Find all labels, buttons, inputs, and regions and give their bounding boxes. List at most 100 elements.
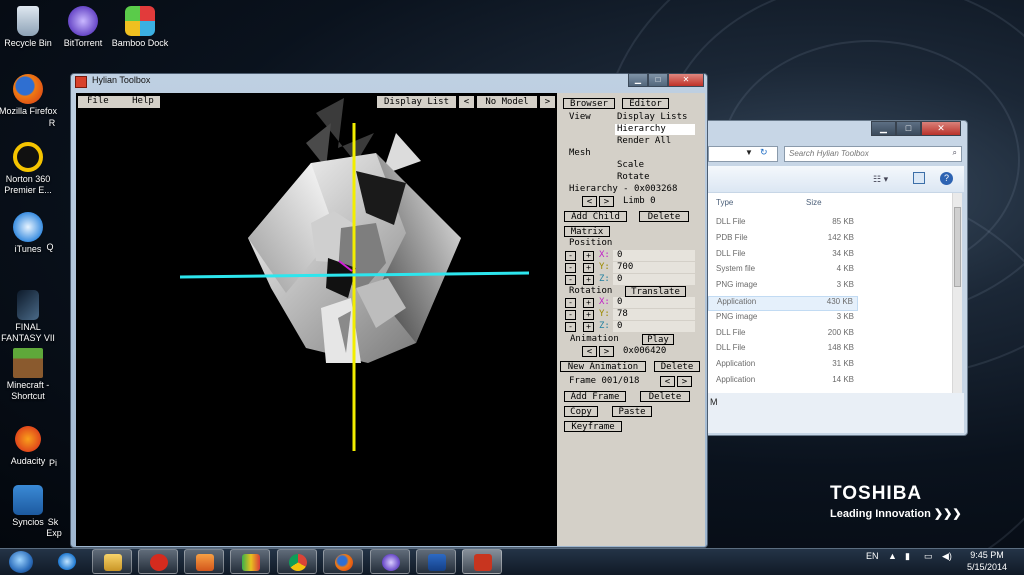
limb-prev-button[interactable]: < [582, 196, 597, 207]
start-button[interactable] [2, 549, 40, 574]
rotation-z-increment[interactable]: + [583, 322, 594, 332]
file-row[interactable]: Application 430 KB [708, 296, 858, 311]
file-row[interactable]: DLL File 200 KB [708, 328, 858, 343]
next-model-button[interactable]: > [539, 95, 556, 109]
add-frame-button[interactable]: Add Frame [564, 391, 626, 402]
network-icon[interactable]: ▮ [905, 551, 910, 562]
minimize-icon[interactable]: ▁ [871, 121, 896, 136]
explorer-file-list[interactable]: Type Size DLL File 85 KB PDB File 142 KB DLL… [708, 193, 962, 393]
explorer-search-input[interactable]: Search Hylian Toolbox ⌕ [784, 146, 962, 162]
delete-limb-button[interactable]: Delete [639, 211, 689, 222]
column-type[interactable]: Type [716, 198, 733, 207]
keyframe-button[interactable]: Keyframe [564, 421, 622, 432]
position-y-increment[interactable]: + [583, 263, 594, 273]
paste-button[interactable]: Paste [612, 406, 652, 417]
taskbar-firefox[interactable] [323, 549, 363, 574]
maximize-button[interactable]: □ [648, 73, 668, 87]
position-z-field[interactable]: 0 [613, 274, 695, 285]
copy-button[interactable]: Copy [564, 406, 598, 417]
tab-editor[interactable]: Editor [622, 98, 669, 109]
view-render-all[interactable]: Render All [617, 136, 671, 147]
taskbar-media[interactable] [184, 549, 224, 574]
file-row[interactable]: Application 31 KB [708, 359, 858, 374]
file-row[interactable]: PDB File 142 KB [708, 233, 858, 248]
rotation-y-field[interactable]: 78 [613, 309, 695, 320]
rotation-x-increment[interactable]: + [583, 298, 594, 308]
taskbar-bittorrent[interactable] [370, 549, 410, 574]
maximize-icon[interactable]: □ [896, 121, 921, 136]
position-y-decrement[interactable]: - [565, 263, 576, 273]
tab-browser[interactable]: Browser [563, 98, 615, 109]
position-x-field[interactable]: 0 [613, 250, 695, 261]
rotation-z-decrement[interactable]: - [565, 322, 576, 332]
menu-help[interactable]: Help [132, 96, 154, 106]
position-z-decrement[interactable]: - [565, 275, 576, 285]
translate-button[interactable]: Translate [625, 286, 686, 297]
new-animation-button[interactable]: New Animation [560, 361, 646, 372]
taskbar-chrome[interactable] [277, 549, 317, 574]
close-icon[interactable]: ✕ [921, 121, 961, 136]
prev-model-button[interactable]: < [458, 95, 475, 109]
add-child-button[interactable]: Add Child [564, 211, 627, 222]
taskbar-app[interactable] [230, 549, 270, 574]
model-render[interactable] [76, 93, 557, 546]
minimize-button[interactable]: ▁ [628, 73, 648, 87]
preview-pane-icon[interactable] [913, 172, 925, 184]
3d-viewport[interactable] [76, 93, 557, 546]
display-list-button[interactable]: Display List [376, 95, 457, 109]
taskbar-explorer[interactable] [92, 549, 132, 574]
mesh-rotate[interactable]: Rotate [617, 172, 650, 183]
view-options-icon[interactable]: ☷ ▾ [873, 174, 888, 185]
limb-next-button[interactable]: > [599, 196, 614, 207]
explorer-scrollbar[interactable] [952, 193, 962, 393]
matrix-button[interactable]: Matrix [564, 226, 610, 237]
frame-prev-button[interactable]: < [660, 376, 675, 387]
desktop-icon-firefox[interactable]: Mozilla Firefox [0, 74, 61, 117]
file-row[interactable]: PNG image 3 KB [708, 312, 858, 327]
file-row[interactable]: DLL File 34 KB [708, 249, 858, 264]
system-clock[interactable]: 9:45 PM 5/15/2014 [962, 549, 1012, 573]
desktop-icon-bamboo-dock[interactable]: Bamboo Dock [107, 6, 173, 49]
close-button[interactable]: ✕ [668, 73, 704, 87]
refresh-icon[interactable]: ↻ [760, 147, 768, 158]
model-selector[interactable]: No Model [476, 95, 538, 109]
play-button[interactable]: Play [642, 334, 674, 345]
mesh-scale[interactable]: Scale [617, 160, 644, 171]
file-row[interactable]: Application 14 KB [708, 375, 858, 390]
rotation-x-decrement[interactable]: - [565, 298, 576, 308]
desktop-icon-minecraft[interactable]: Minecraft - Shortcut [0, 348, 61, 402]
view-display-lists[interactable]: Display Lists [617, 112, 687, 123]
language-indicator[interactable]: EN [866, 551, 879, 561]
position-z-increment[interactable]: + [583, 275, 594, 285]
tray-up-arrow-icon[interactable]: ▲ [888, 551, 897, 561]
menu-file[interactable]: File [87, 96, 109, 106]
rotation-y-increment[interactable]: + [583, 310, 594, 320]
desktop-icon-norton[interactable]: Norton 360 Premier E... [0, 142, 61, 196]
animation-prev-button[interactable]: < [582, 346, 597, 357]
delete-animation-button[interactable]: Delete [654, 361, 700, 372]
battery-icon[interactable]: ▭ [924, 551, 933, 562]
position-x-increment[interactable]: + [583, 251, 594, 261]
dropdown-arrow-icon[interactable]: ▼ [745, 148, 753, 157]
animation-next-button[interactable]: > [599, 346, 614, 357]
rotation-y-decrement[interactable]: - [565, 310, 576, 320]
help-icon[interactable]: ? [940, 172, 953, 185]
view-hierarchy[interactable]: Hierarchy [615, 124, 695, 135]
frame-next-button[interactable]: > [677, 376, 692, 387]
column-size[interactable]: Size [806, 198, 822, 207]
file-row[interactable]: System file 4 KB [708, 264, 858, 279]
file-row[interactable]: PNG image 3 KB [708, 280, 858, 295]
delete-frame-button[interactable]: Delete [640, 391, 690, 402]
rotation-x-field[interactable]: 0 [613, 297, 695, 308]
position-x-decrement[interactable]: - [565, 251, 576, 261]
taskbar-norton[interactable] [138, 549, 178, 574]
taskbar-ie[interactable] [47, 549, 87, 574]
file-row[interactable]: DLL File 85 KB [708, 217, 858, 232]
taskbar-word[interactable] [416, 549, 456, 574]
volume-icon[interactable]: ◀) [942, 551, 952, 562]
file-row[interactable]: DLL File 148 KB [708, 343, 858, 358]
taskbar-hylian-toolbox[interactable] [462, 549, 502, 574]
desktop-icon-final-fantasy[interactable]: FINAL FANTASY VII [0, 290, 61, 344]
rotation-z-field[interactable]: 0 [613, 321, 695, 332]
position-y-field[interactable]: 700 [613, 262, 695, 273]
